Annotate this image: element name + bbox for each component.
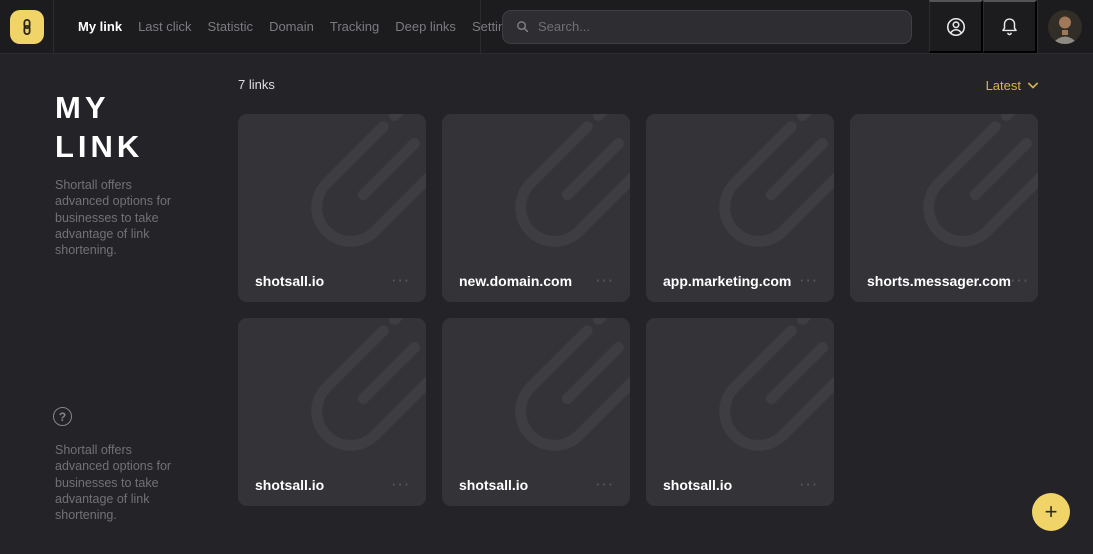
more-options-icon[interactable]: ···: [596, 480, 615, 490]
page-title-line1: MY: [55, 90, 110, 125]
card-domain: shotsall.io: [663, 477, 732, 493]
card-domain: app.marketing.com: [663, 273, 791, 289]
avatar[interactable]: [1048, 10, 1082, 44]
link-card[interactable]: new.domain.com ···: [442, 114, 630, 302]
card-footer: shorts.messager.com ···: [867, 273, 1023, 289]
link-card[interactable]: app.marketing.com ···: [646, 114, 834, 302]
plus-icon: +: [1045, 494, 1058, 530]
sort-dropdown[interactable]: Latest: [986, 78, 1038, 93]
avatar-cell: [1037, 0, 1092, 53]
card-footer: shotsall.io ···: [459, 477, 615, 493]
account-button[interactable]: [929, 0, 983, 53]
more-options-icon[interactable]: ···: [800, 480, 819, 490]
help-icon[interactable]: ?: [53, 407, 72, 426]
card-footer: shotsall.io ···: [255, 273, 411, 289]
more-options-icon[interactable]: ···: [1011, 276, 1030, 286]
card-domain: shorts.messager.com: [867, 273, 1011, 289]
links-count: 7 links: [238, 77, 275, 92]
card-domain: shotsall.io: [459, 477, 528, 493]
user-icon: [945, 16, 967, 38]
bell-icon: [999, 16, 1020, 37]
link-card[interactable]: shotsall.io ···: [646, 318, 834, 506]
card-footer: new.domain.com ···: [459, 273, 615, 289]
main-nav: My link Last click Statistic Domain Trac…: [54, 0, 480, 53]
nav-my-link[interactable]: My link: [78, 19, 122, 34]
link-card[interactable]: shorts.messager.com ···: [850, 114, 1038, 302]
search-input[interactable]: [538, 19, 899, 34]
help-description: Shortall offers advanced options for bus…: [55, 442, 185, 523]
page-title: MY LINK: [55, 88, 143, 166]
card-domain: shotsall.io: [255, 477, 324, 493]
help-glyph: ?: [59, 410, 66, 424]
link-card[interactable]: shotsall.io ···: [442, 318, 630, 506]
card-domain: shotsall.io: [255, 273, 324, 289]
nav-last-click[interactable]: Last click: [138, 19, 191, 34]
nav-tracking[interactable]: Tracking: [330, 19, 379, 34]
search-icon: [515, 19, 530, 34]
nav-domain[interactable]: Domain: [269, 19, 314, 34]
link-card[interactable]: shotsall.io ···: [238, 114, 426, 302]
card-domain: new.domain.com: [459, 273, 572, 289]
search-cell: [480, 0, 929, 53]
nav-statistic[interactable]: Statistic: [208, 19, 254, 34]
sort-label: Latest: [986, 78, 1021, 93]
page-title-line2: LINK: [55, 129, 143, 164]
notifications-button[interactable]: [983, 0, 1037, 53]
nav-deep-links[interactable]: Deep links: [395, 19, 456, 34]
more-options-icon[interactable]: ···: [800, 276, 819, 286]
link-icon: [18, 18, 36, 36]
links-grid: shotsall.io ··· new.domain.com ··· app.m: [238, 114, 1039, 506]
chevron-down-icon: [1028, 82, 1038, 89]
more-options-icon[interactable]: ···: [392, 276, 411, 286]
search-bar[interactable]: [502, 10, 912, 44]
page-description: Shortall offers advanced options for bus…: [55, 177, 185, 258]
add-link-button[interactable]: +: [1032, 493, 1070, 531]
more-options-icon[interactable]: ···: [596, 276, 615, 286]
link-card[interactable]: shotsall.io ···: [238, 318, 426, 506]
card-footer: shotsall.io ···: [255, 477, 411, 493]
card-footer: shotsall.io ···: [663, 477, 819, 493]
more-options-icon[interactable]: ···: [392, 480, 411, 490]
logo-cell: [0, 0, 54, 53]
top-bar: My link Last click Statistic Domain Trac…: [0, 0, 1093, 54]
app-logo[interactable]: [10, 10, 44, 44]
avatar-photo-icon: [1048, 10, 1082, 44]
card-footer: app.marketing.com ···: [663, 273, 819, 289]
